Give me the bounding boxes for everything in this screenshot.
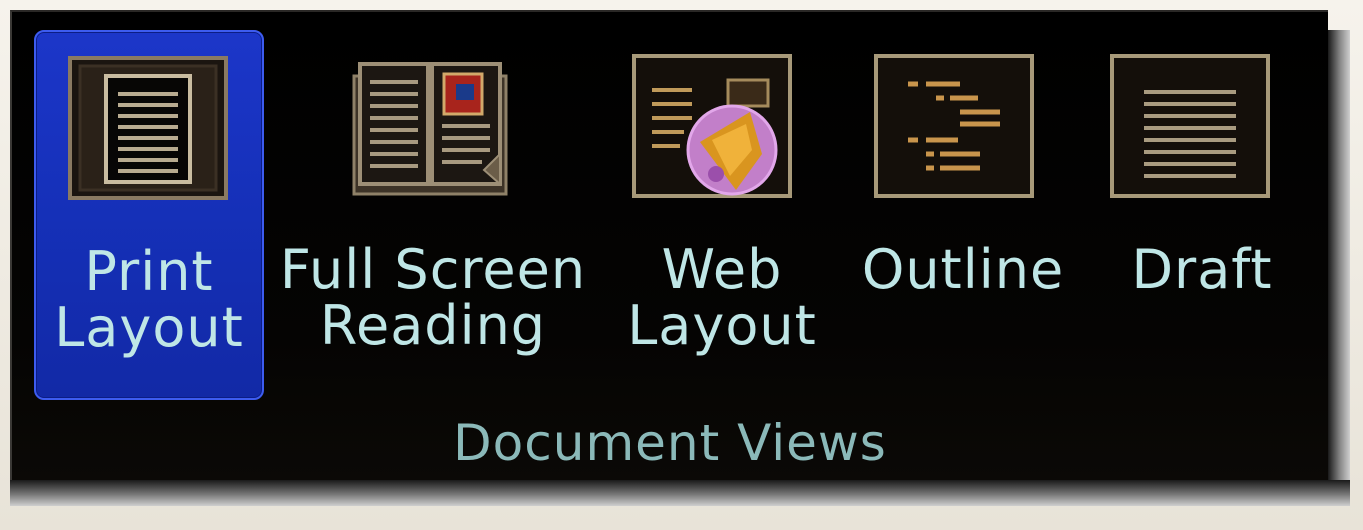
full-screen-reading-icon — [352, 62, 508, 196]
draft-button[interactable]: Draft — [1102, 30, 1302, 400]
web-layout-icon — [632, 54, 792, 198]
full-screen-reading-button[interactable]: Full Screen Reading — [274, 30, 592, 400]
panel-shadow-bottom — [10, 480, 1350, 506]
print-layout-label-line1: Print — [84, 240, 214, 303]
web-layout-label-line1: Web — [661, 238, 783, 301]
outline-icon — [874, 54, 1034, 198]
print-layout-label: Print Layout — [36, 244, 262, 356]
outline-label: Outline — [850, 242, 1076, 298]
draft-label: Draft — [1102, 242, 1302, 298]
web-layout-label-line2: Layout — [627, 294, 817, 357]
draft-label-line1: Draft — [1131, 238, 1273, 301]
print-layout-icon — [68, 56, 228, 200]
full-screen-reading-label-line2: Reading — [319, 294, 547, 357]
web-layout-button[interactable]: Web Layout — [612, 30, 832, 400]
panel-shadow-right — [1328, 30, 1350, 490]
outline-label-line1: Outline — [861, 238, 1065, 301]
ribbon-frame: Print Layout Full Screen Reading Web Lay… — [0, 0, 1363, 530]
print-layout-label-line2: Layout — [54, 296, 244, 359]
outline-button[interactable]: Outline — [850, 30, 1076, 400]
full-screen-reading-label-line1: Full Screen — [279, 238, 587, 301]
print-layout-button[interactable]: Print Layout — [34, 30, 264, 400]
full-screen-reading-label: Full Screen Reading — [274, 242, 592, 354]
group-title: Document Views — [453, 414, 887, 472]
document-views-group: Print Layout Full Screen Reading Web Lay… — [10, 10, 1328, 480]
draft-icon — [1110, 54, 1270, 198]
web-layout-label: Web Layout — [612, 242, 832, 354]
